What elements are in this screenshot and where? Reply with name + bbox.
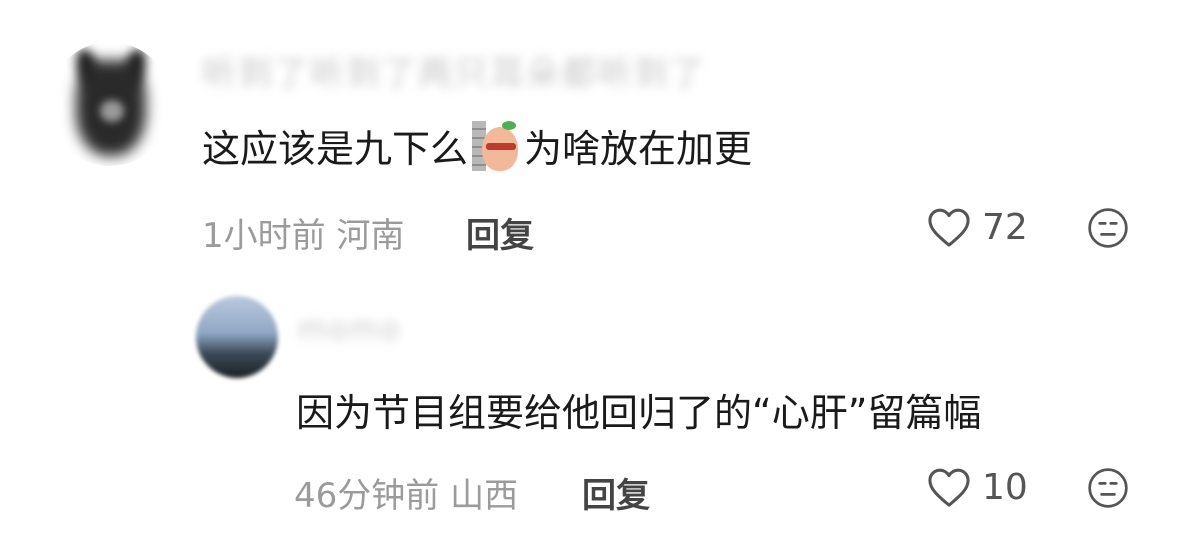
heart-outline-icon <box>928 208 970 247</box>
username[interactable]: momo <box>298 312 401 347</box>
comment-text-part: 为啥放在加更 <box>524 127 753 171</box>
avatar[interactable] <box>196 296 278 378</box>
comment-text: 这应该是九下么 为啥放在加更 <box>202 118 752 173</box>
like-count: 72 <box>982 206 1028 248</box>
avatar[interactable] <box>48 42 172 166</box>
comment-time: 1小时前 <box>202 216 326 256</box>
avatar-face <box>100 100 124 122</box>
meh-face-icon[interactable] <box>1086 206 1130 250</box>
comment-location: 山西 <box>450 476 519 516</box>
peeking-peach-sticker <box>472 120 520 171</box>
reply-button[interactable]: 回复 <box>466 208 534 257</box>
reply-button[interactable]: 回复 <box>582 468 650 517</box>
like-count: 10 <box>982 466 1028 508</box>
sticker-glasses <box>486 142 517 150</box>
comment-meta: 46分钟前 山西 <box>294 468 518 517</box>
meh-face-icon[interactable] <box>1086 466 1130 510</box>
comment-text-part: 这应该是九下么 <box>202 127 469 171</box>
comment-time: 46分钟前 <box>294 476 440 516</box>
comment-text: 因为节目组要给他回归了的“心肝”留篇幅 <box>296 391 982 435</box>
comment-meta: 1小时前 河南 <box>202 208 404 257</box>
like-button[interactable]: 10 <box>926 466 1028 508</box>
heart-outline-icon <box>928 468 970 507</box>
like-button[interactable]: 72 <box>926 206 1028 248</box>
username[interactable]: 听到了听到了两只耳朵都听到了 <box>202 46 706 95</box>
sticker-leaf <box>502 120 517 130</box>
comment-location: 河南 <box>336 216 405 256</box>
